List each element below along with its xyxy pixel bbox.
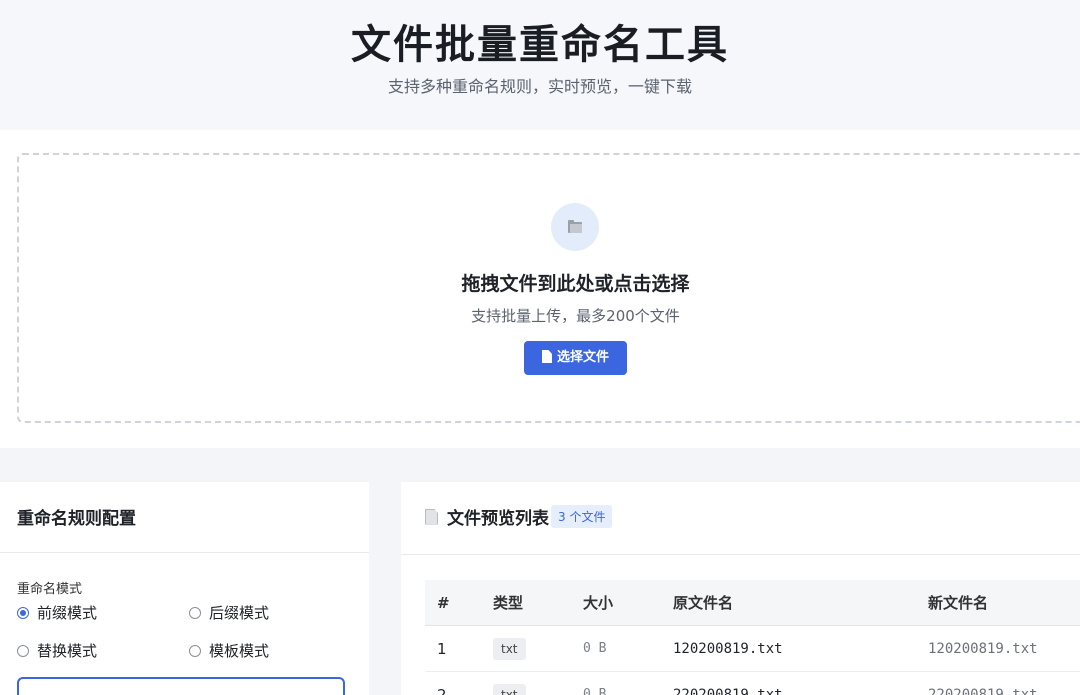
radio-label: 后缀模式 [209,604,270,622]
page-header: 文件批量重命名工具 支持多种重命名规则，实时预览，一键下载 [0,0,1080,130]
file-icon [425,508,438,525]
row-index: 2 [437,686,447,695]
radio-unchecked-icon [189,644,201,657]
divider [401,554,1080,555]
folder-icon [551,203,599,251]
dropzone-title: 拖拽文件到此处或点击选择 [461,273,690,295]
radio-unchecked-icon [189,606,201,619]
column-header-type: 类型 [493,594,524,612]
file-dropzone[interactable]: 拖拽文件到此处或点击选择 支持批量上传，最多200个文件 选择文件 [17,153,1080,423]
table-row[interactable]: 2 txt 0 B 220200819.txt 220200819.txt [425,672,1080,695]
mode-label: 重命名模式 [17,582,83,597]
new-filename: 220200819.txt [928,687,1038,695]
preview-panel: 文件预览列表 3 个文件 # 类型 大小 原文件名 新文件名 1 txt 0 B… [401,482,1080,695]
page-subtitle: 支持多种重命名规则，实时预览，一键下载 [387,77,692,96]
original-filename: 120200819.txt [673,641,783,657]
radio-template-mode[interactable]: 模板模式 [189,640,269,661]
file-count-badge: 3 个文件 [551,505,613,528]
upload-panel: 拖拽文件到此处或点击选择 支持批量上传，最多200个文件 选择文件 [0,130,1080,448]
rules-panel: 重命名规则配置 重命名模式 前缀模式 后缀模式 替换模式 模板模式 [0,482,369,695]
radio-replace-mode[interactable]: 替换模式 [17,640,97,661]
preview-table: # 类型 大小 原文件名 新文件名 1 txt 0 B 120200819.tx… [425,580,1080,695]
radio-label: 替换模式 [37,642,98,660]
column-header-original-name: 原文件名 [673,594,734,612]
rules-title: 重命名规则配置 [17,509,136,529]
column-header-index: # [437,594,450,612]
radio-unchecked-icon [17,644,29,657]
table-row[interactable]: 1 txt 0 B 120200819.txt 120200819.txt [425,626,1080,672]
row-index: 1 [437,640,447,658]
radio-prefix-mode[interactable]: 前缀模式 [17,602,97,623]
table-header: # 类型 大小 原文件名 新文件名 [425,580,1080,626]
radio-label: 模板模式 [209,642,270,660]
file-type-tag: txt [493,684,526,695]
radio-checked-icon [17,606,29,619]
new-filename: 120200819.txt [928,641,1038,657]
dropzone-hint: 支持批量上传，最多200个文件 [471,307,680,325]
rule-input-field[interactable] [17,677,345,695]
file-size: 0 B [583,641,607,656]
preview-header: 文件预览列表 3 个文件 [425,504,613,529]
column-header-size: 大小 [583,594,614,612]
original-filename: 220200819.txt [673,687,783,695]
file-size: 0 B [583,687,607,695]
choose-files-label: 选择文件 [556,350,609,365]
page-title: 文件批量重命名工具 [351,22,729,68]
radio-suffix-mode[interactable]: 后缀模式 [189,602,269,623]
preview-title: 文件预览列表 [447,509,549,529]
divider [0,552,369,553]
document-icon [541,350,552,363]
column-header-new-name: 新文件名 [928,594,989,612]
file-type-tag: txt [493,638,526,660]
choose-files-button[interactable]: 选择文件 [524,341,627,375]
radio-label: 前缀模式 [37,604,98,622]
